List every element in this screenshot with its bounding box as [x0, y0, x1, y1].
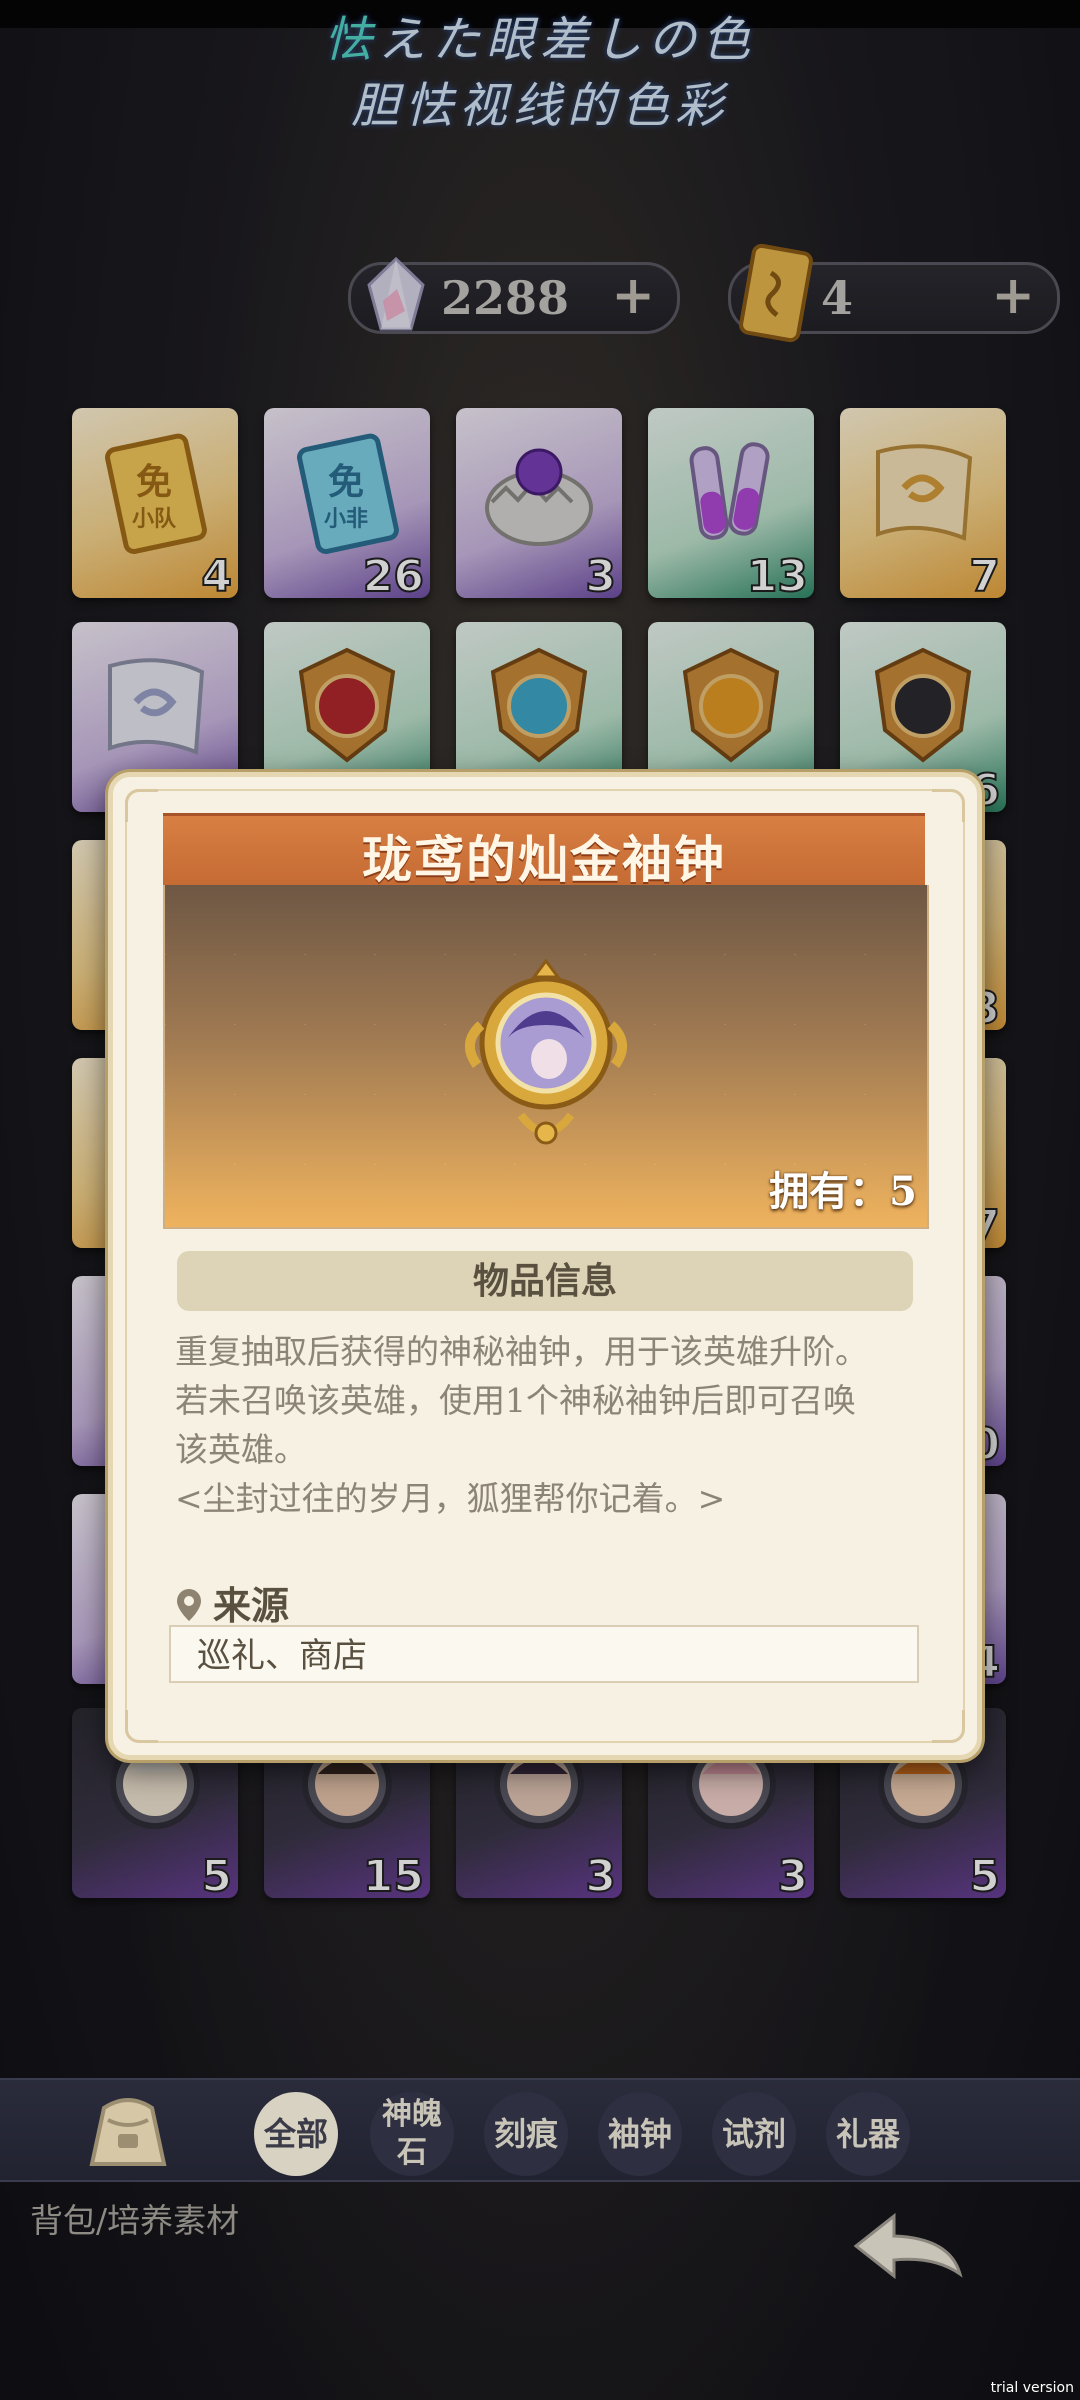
- category-tab-bar: 全部 神魄 石 刻痕 袖钟 试剂 礼器: [0, 2078, 1080, 2182]
- frame-corner: [125, 789, 158, 822]
- frame-corner: [932, 1710, 965, 1743]
- tab-sleeve-bell[interactable]: 袖钟: [598, 2092, 682, 2176]
- item-detail-dialog: 珑鸢的灿金袖钟 拥有：5 物品信息 重复抽取后获得的神秘袖钟，用于该英雄升阶。 …: [108, 772, 982, 1760]
- backpack-icon: [89, 2098, 167, 2166]
- description-line: 重复抽取后获得的神秘袖钟，用于该英雄升阶。: [175, 1332, 868, 1371]
- tab-label: 神魄 石: [382, 2097, 442, 2170]
- frame-corner: [125, 1710, 158, 1743]
- source-label-text: 来源: [213, 1583, 290, 1628]
- item-description: 重复抽取后获得的神秘袖钟，用于该英雄升阶。 若未召唤该英雄，使用1个神秘袖钟后即…: [175, 1327, 935, 1523]
- tab-all[interactable]: 全部: [254, 2092, 338, 2176]
- sleeve-bell-icon: [465, 958, 627, 1145]
- tab-engraving[interactable]: 刻痕: [484, 2092, 568, 2176]
- description-line: <尘封过往的岁月，狐狸帮你记着。>: [175, 1479, 726, 1518]
- source-heading: 来源: [175, 1575, 289, 1630]
- tab-reagent[interactable]: 试剂: [712, 2092, 796, 2176]
- back-arrow-button[interactable]: [848, 2206, 968, 2286]
- description-line: 若未召唤该英雄，使用1个神秘袖钟后即可召唤: [175, 1381, 856, 1420]
- frame-corner: [932, 789, 965, 822]
- location-pin-icon: [177, 1589, 201, 1621]
- source-value[interactable]: 巡礼、商店: [169, 1625, 919, 1683]
- title-banner: 珑鸢的灿金袖钟: [163, 813, 925, 891]
- section-header-item-info: 物品信息: [177, 1251, 913, 1311]
- item-showcase: 拥有：5: [163, 885, 929, 1229]
- breadcrumb: 背包/培养素材: [30, 2201, 240, 2240]
- tab-soul-stone[interactable]: 神魄 石: [370, 2092, 454, 2176]
- item-title: 珑鸢的灿金袖钟: [362, 830, 726, 889]
- tab-ritual-vessel[interactable]: 礼器: [826, 2092, 910, 2176]
- watermark: trial version: [990, 2380, 1074, 2396]
- owned-count: 拥有：5: [769, 1168, 917, 1215]
- description-line: 该英雄。: [175, 1430, 307, 1469]
